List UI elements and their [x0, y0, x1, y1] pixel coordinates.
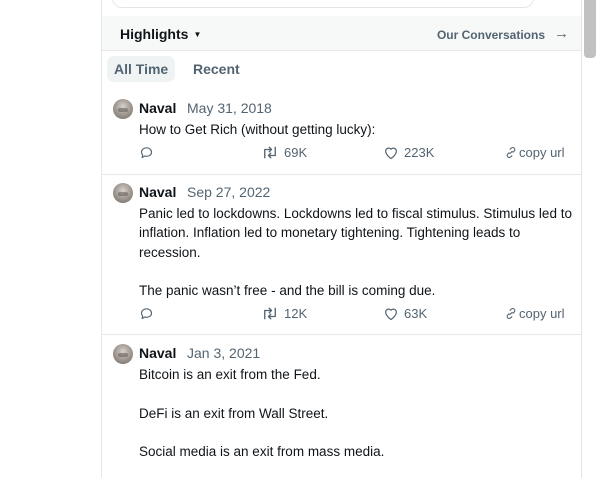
our-conversations-label: Our Conversations — [436, 27, 545, 42]
avatar[interactable] — [113, 183, 133, 203]
author-name[interactable]: Naval — [139, 184, 176, 200]
copy-url-label: copy url — [519, 145, 565, 160]
copy-url-label: copy url — [519, 306, 565, 321]
caret-down-icon: ▼ — [193, 30, 202, 39]
like-button[interactable]: 223K — [383, 145, 434, 160]
reply-icon — [140, 147, 153, 159]
time-filter-tabs: All Time Recent — [102, 51, 581, 87]
panel-header: Highlights ▼ Our Conversations → — [102, 16, 581, 51]
retweet-button[interactable]: 69K — [261, 145, 307, 160]
copy-url-button[interactable]: copy url — [504, 145, 565, 160]
tweet-card[interactable]: Naval May 31, 2018 How to Get Rich (with… — [102, 91, 581, 175]
highlights-panel: Highlights ▼ Our Conversations → All Time… — [102, 0, 581, 478]
author-name[interactable]: Naval — [139, 345, 176, 361]
tweet-date[interactable]: Sep 27, 2022 — [187, 184, 270, 200]
scrollbar[interactable] — [581, 0, 599, 478]
highlights-label: Highlights — [120, 26, 189, 42]
tweet-actions: 12K 63K copy url — [102, 306, 581, 326]
scrollbar-thumb[interactable] — [584, 0, 596, 58]
retweet-count: 12K — [284, 306, 308, 321]
like-count: 63K — [404, 306, 428, 321]
retweet-count: 69K — [284, 145, 308, 160]
avatar[interactable] — [113, 99, 133, 119]
like-button[interactable]: 63K — [383, 306, 427, 321]
highlights-dropdown[interactable]: Highlights ▼ — [120, 26, 201, 42]
arrow-right-icon: → — [554, 25, 569, 42]
reply-button[interactable] — [139, 306, 154, 321]
left-gutter — [0, 0, 101, 478]
heart-icon — [385, 308, 397, 321]
tweet-text: How to Get Rich (without getting lucky): — [139, 122, 376, 137]
avatar[interactable] — [113, 344, 133, 364]
reply-button[interactable] — [139, 145, 154, 160]
link-icon — [506, 147, 516, 158]
top-strip — [102, 0, 581, 16]
retweet-icon — [264, 307, 276, 320]
author-name[interactable]: Naval — [139, 100, 176, 116]
our-conversations-link[interactable]: Our Conversations → — [436, 25, 569, 43]
tweet-date[interactable]: Jan 3, 2021 — [187, 345, 260, 361]
search-box-edge[interactable] — [112, 0, 534, 8]
copy-url-button[interactable]: copy url — [504, 306, 565, 321]
tweet-text: Bitcoin is an exit from the Fed. DeFi is… — [139, 367, 385, 460]
tab-recent[interactable]: Recent — [186, 56, 247, 82]
tweet-card[interactable]: Naval Sep 27, 2022 Panic led to lockdown… — [102, 175, 581, 335]
heart-icon — [385, 147, 397, 160]
retweet-icon — [264, 146, 276, 159]
tweet-actions: 69K 223K copy url — [102, 145, 581, 165]
tab-all-time[interactable]: All Time — [107, 56, 176, 82]
tweet-text: Panic led to lockdowns. Lockdowns led to… — [139, 206, 572, 299]
tweet-card[interactable]: Naval Jan 3, 2021 Bitcoin is an exit fro… — [102, 336, 581, 478]
tweet-date[interactable]: May 31, 2018 — [187, 100, 272, 116]
retweet-button[interactable]: 12K — [261, 306, 307, 321]
reply-icon — [140, 308, 153, 320]
like-count: 223K — [404, 145, 435, 160]
link-icon — [506, 308, 516, 319]
